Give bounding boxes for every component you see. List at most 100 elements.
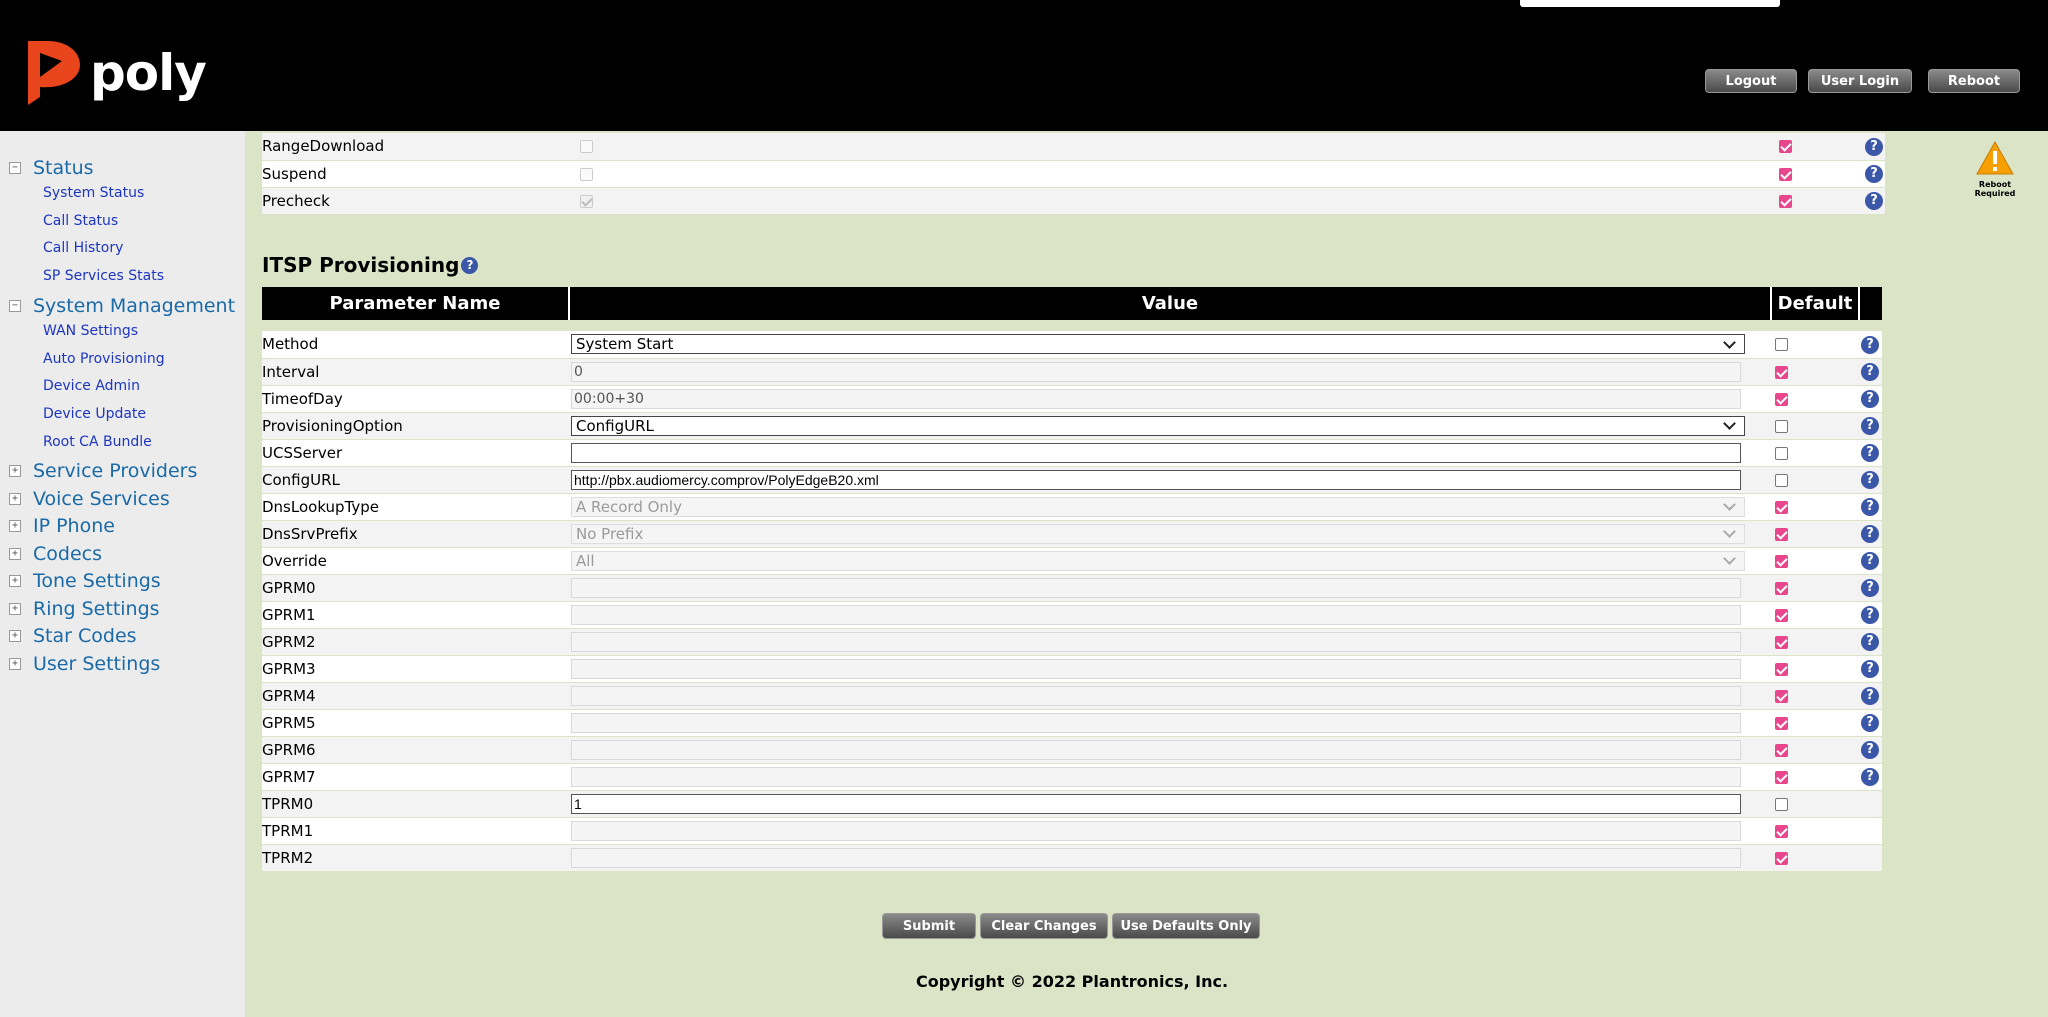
value-input[interactable] [571, 847, 1741, 868]
sidebar-item-wan-settings[interactable]: WAN Settings [43, 323, 138, 339]
sidebar-section-label[interactable]: System Management [33, 295, 235, 317]
value-input[interactable] [571, 604, 1741, 625]
value-select[interactable]: No Prefix [571, 523, 1745, 544]
top-search-box[interactable] [1520, 0, 1780, 7]
default-checkbox[interactable] [1775, 338, 1788, 352]
default-checkbox[interactable] [1779, 167, 1792, 181]
default-checkbox[interactable] [1775, 608, 1788, 622]
default-checkbox[interactable] [1775, 500, 1788, 514]
help-icon[interactable]: ? [1861, 659, 1879, 678]
collapse-icon[interactable]: − [9, 300, 21, 312]
help-icon[interactable]: ? [461, 256, 479, 274]
default-checkbox[interactable] [1775, 662, 1788, 676]
default-checkbox[interactable] [1775, 635, 1788, 649]
value-input[interactable] [571, 442, 1741, 463]
expand-icon[interactable]: + [9, 630, 21, 642]
value-select[interactable]: A Record Only [571, 496, 1745, 517]
help-icon[interactable]: ? [1861, 578, 1879, 597]
sidebar-item-device-update[interactable]: Device Update [43, 406, 146, 422]
help-icon[interactable]: ? [1865, 137, 1883, 156]
help-icon[interactable]: ? [1865, 191, 1883, 210]
value-input[interactable]: 1 [571, 793, 1741, 814]
default-checkbox[interactable] [1775, 581, 1788, 595]
sidebar-section-ring-settings[interactable]: + Ring Settings [9, 598, 160, 620]
sidebar-item-call-status[interactable]: Call Status [43, 213, 118, 229]
sidebar-item-auto-provisioning[interactable]: Auto Provisioning [43, 351, 165, 367]
value-input[interactable] [571, 712, 1741, 733]
sidebar-section-label[interactable]: IP Phone [33, 515, 115, 537]
sidebar-section-user-settings[interactable]: + User Settings [9, 653, 160, 675]
value-input[interactable] [571, 577, 1741, 598]
sidebar-item-root-ca-bundle[interactable]: Root CA Bundle [43, 434, 152, 450]
value-input[interactable]: http://pbx.audiomercy.comprov/PolyEdgeB2… [571, 469, 1741, 490]
help-icon[interactable]: ? [1861, 416, 1879, 435]
value-checkbox[interactable] [580, 194, 593, 208]
help-icon[interactable]: ? [1861, 686, 1879, 705]
sidebar-section-system-management[interactable]: − System Management [9, 295, 235, 317]
sidebar-section-label[interactable]: Service Providers [33, 460, 197, 482]
clear-changes-button[interactable]: Clear Changes [980, 913, 1108, 939]
default-checkbox[interactable] [1775, 770, 1788, 784]
sidebar-section-voice-services[interactable]: + Voice Services [9, 488, 170, 510]
value-select[interactable]: System Start [571, 334, 1745, 355]
user-login-button[interactable]: User Login [1808, 69, 1912, 93]
value-input[interactable] [571, 820, 1741, 841]
sidebar-section-label[interactable]: Ring Settings [33, 598, 160, 620]
default-checkbox[interactable] [1775, 365, 1788, 379]
sidebar-item-call-history[interactable]: Call History [43, 240, 123, 256]
default-checkbox[interactable] [1775, 689, 1788, 703]
expand-icon[interactable]: + [9, 520, 21, 532]
collapse-icon[interactable]: − [9, 162, 21, 174]
expand-icon[interactable]: + [9, 658, 21, 670]
help-icon[interactable]: ? [1861, 335, 1879, 354]
value-input[interactable]: 0 [571, 361, 1741, 382]
default-checkbox[interactable] [1779, 140, 1792, 154]
sidebar-section-codecs[interactable]: + Codecs [9, 543, 102, 565]
default-checkbox[interactable] [1775, 797, 1788, 811]
sidebar-section-label[interactable]: Codecs [33, 543, 102, 565]
use-defaults-button[interactable]: Use Defaults Only [1112, 913, 1260, 939]
sidebar-item-device-admin[interactable]: Device Admin [43, 378, 140, 394]
sidebar-item-sp-services-stats[interactable]: SP Services Stats [43, 268, 164, 284]
sidebar-section-star-codes[interactable]: + Star Codes [9, 625, 137, 647]
default-checkbox[interactable] [1775, 473, 1788, 487]
expand-icon[interactable]: + [9, 493, 21, 505]
help-icon[interactable]: ? [1861, 470, 1879, 489]
sidebar-section-label[interactable]: Star Codes [33, 625, 137, 647]
value-input[interactable] [571, 685, 1741, 706]
help-icon[interactable]: ? [1861, 497, 1879, 516]
sidebar-section-label[interactable]: Status [33, 157, 94, 179]
reboot-button[interactable]: Reboot [1928, 69, 2020, 93]
default-checkbox[interactable] [1775, 743, 1788, 757]
expand-icon[interactable]: + [9, 465, 21, 477]
help-icon[interactable]: ? [1861, 632, 1879, 651]
help-icon[interactable]: ? [1861, 740, 1879, 759]
default-checkbox[interactable] [1775, 554, 1788, 568]
help-icon[interactable]: ? [1861, 443, 1879, 462]
sidebar-section-ip-phone[interactable]: + IP Phone [9, 515, 115, 537]
help-icon[interactable]: ? [1861, 605, 1879, 624]
help-icon[interactable]: ? [1861, 713, 1879, 732]
default-checkbox[interactable] [1775, 527, 1788, 541]
value-select[interactable]: All [571, 550, 1745, 571]
default-checkbox[interactable] [1779, 194, 1792, 208]
help-icon[interactable]: ? [1861, 389, 1879, 408]
expand-icon[interactable]: + [9, 575, 21, 587]
value-checkbox[interactable] [580, 167, 593, 181]
logout-button[interactable]: Logout [1705, 69, 1797, 93]
default-checkbox[interactable] [1775, 824, 1788, 838]
expand-icon[interactable]: + [9, 548, 21, 560]
sidebar-section-label[interactable]: Tone Settings [33, 570, 161, 592]
sidebar-section-label[interactable]: User Settings [33, 653, 160, 675]
value-input[interactable] [571, 739, 1741, 760]
help-icon[interactable]: ? [1865, 164, 1883, 183]
sidebar-section-label[interactable]: Voice Services [33, 488, 170, 510]
value-checkbox[interactable] [580, 140, 593, 154]
default-checkbox[interactable] [1775, 851, 1788, 865]
sidebar-section-service-providers[interactable]: + Service Providers [9, 460, 197, 482]
value-select[interactable]: ConfigURL [571, 415, 1745, 436]
sidebar-item-system-status[interactable]: System Status [43, 185, 144, 201]
help-icon[interactable]: ? [1861, 362, 1879, 381]
sidebar-section-tone-settings[interactable]: + Tone Settings [9, 570, 161, 592]
value-input[interactable] [571, 658, 1741, 679]
